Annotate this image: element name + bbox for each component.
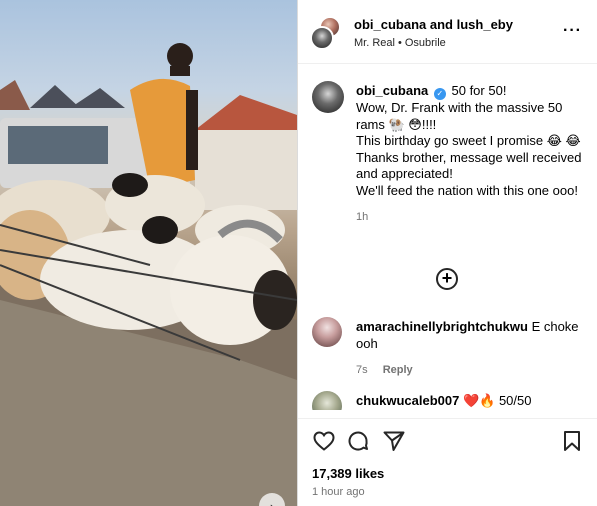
bookmark-icon <box>564 431 580 451</box>
comment-text: amarachinellybrightchukwu E choke ooh 7s… <box>356 318 592 379</box>
more-horizontal-icon: ··· <box>563 22 582 39</box>
post-timestamp[interactable]: 1 hour ago <box>312 486 365 498</box>
caption-line: This birthday go sweet I promise 😂 😂 <box>356 133 581 148</box>
username-link[interactable]: obi_cubana <box>356 83 428 98</box>
comments-list[interactable]: obi_cubana ✓ 50 for 50! Wow, Dr. Frank w… <box>298 65 597 410</box>
comment-meta: 7s Reply <box>356 362 592 379</box>
caption-line: 50 for 50! <box>451 83 507 98</box>
username-link[interactable]: obi_cubana <box>354 17 426 32</box>
verified-badge-icon: ✓ <box>433 88 446 100</box>
comment-text: chukwucaleb007 ❤️🔥 50/50 <box>356 392 592 409</box>
chevron-right-icon: › <box>269 498 275 506</box>
caption-timestamp[interactable]: 1h <box>356 209 592 226</box>
avatar[interactable] <box>312 391 342 410</box>
caption-line: Wow, Dr. Frank with the massive 50 rams … <box>356 100 563 132</box>
collab-usernames: obi_cubana and lush_eby <box>354 17 513 32</box>
caption-text: obi_cubana ✓ 50 for 50! Wow, Dr. Frank w… <box>356 83 592 226</box>
load-more-comments-button[interactable]: + <box>436 268 458 290</box>
send-icon <box>383 431 405 451</box>
post-photo <box>0 43 297 506</box>
post-header: obi_cubana and lush_eby Mr. Real • Osubril… <box>298 0 597 64</box>
audio-link[interactable]: Mr. Real <box>354 37 395 49</box>
comment-button[interactable] <box>346 429 370 453</box>
collab-avatars[interactable] <box>310 16 344 50</box>
separator-dot: • <box>397 37 402 49</box>
post-actions <box>298 418 597 458</box>
like-button[interactable] <box>312 429 336 453</box>
reply-button[interactable]: Reply <box>383 364 413 376</box>
avatar[interactable] <box>312 317 342 347</box>
comment-content: ❤️🔥 50/50 <box>462 393 532 408</box>
comment-icon <box>348 431 368 451</box>
plus-circle-icon: + <box>441 268 453 288</box>
and-text: and <box>429 17 453 32</box>
caption-line: Thanks brother, message well received an… <box>356 149 582 182</box>
username-link[interactable]: chukwucaleb007 <box>356 393 459 408</box>
comment-timestamp[interactable]: 7s <box>356 364 368 376</box>
post-media[interactable]: › <box>0 0 297 506</box>
caption-line: We'll feed the nation with this one ooo! <box>356 182 578 198</box>
location-link[interactable]: Osubrile <box>405 37 446 49</box>
heart-icon <box>313 431 335 451</box>
likes-count[interactable]: 17,389 likes <box>312 466 384 481</box>
avatar[interactable] <box>310 26 334 50</box>
post-subtitle: Mr. Real • Osubrile <box>354 37 446 49</box>
share-button[interactable] <box>382 429 406 453</box>
post-side-panel: obi_cubana and lush_eby Mr. Real • Osubril… <box>297 0 597 506</box>
username-link[interactable]: lush_eby <box>457 17 513 32</box>
username-link[interactable]: amarachinellybrightchukwu <box>356 319 528 334</box>
save-button[interactable] <box>560 429 584 453</box>
avatar[interactable] <box>312 81 344 113</box>
more-options-button[interactable]: ··· <box>563 22 582 40</box>
